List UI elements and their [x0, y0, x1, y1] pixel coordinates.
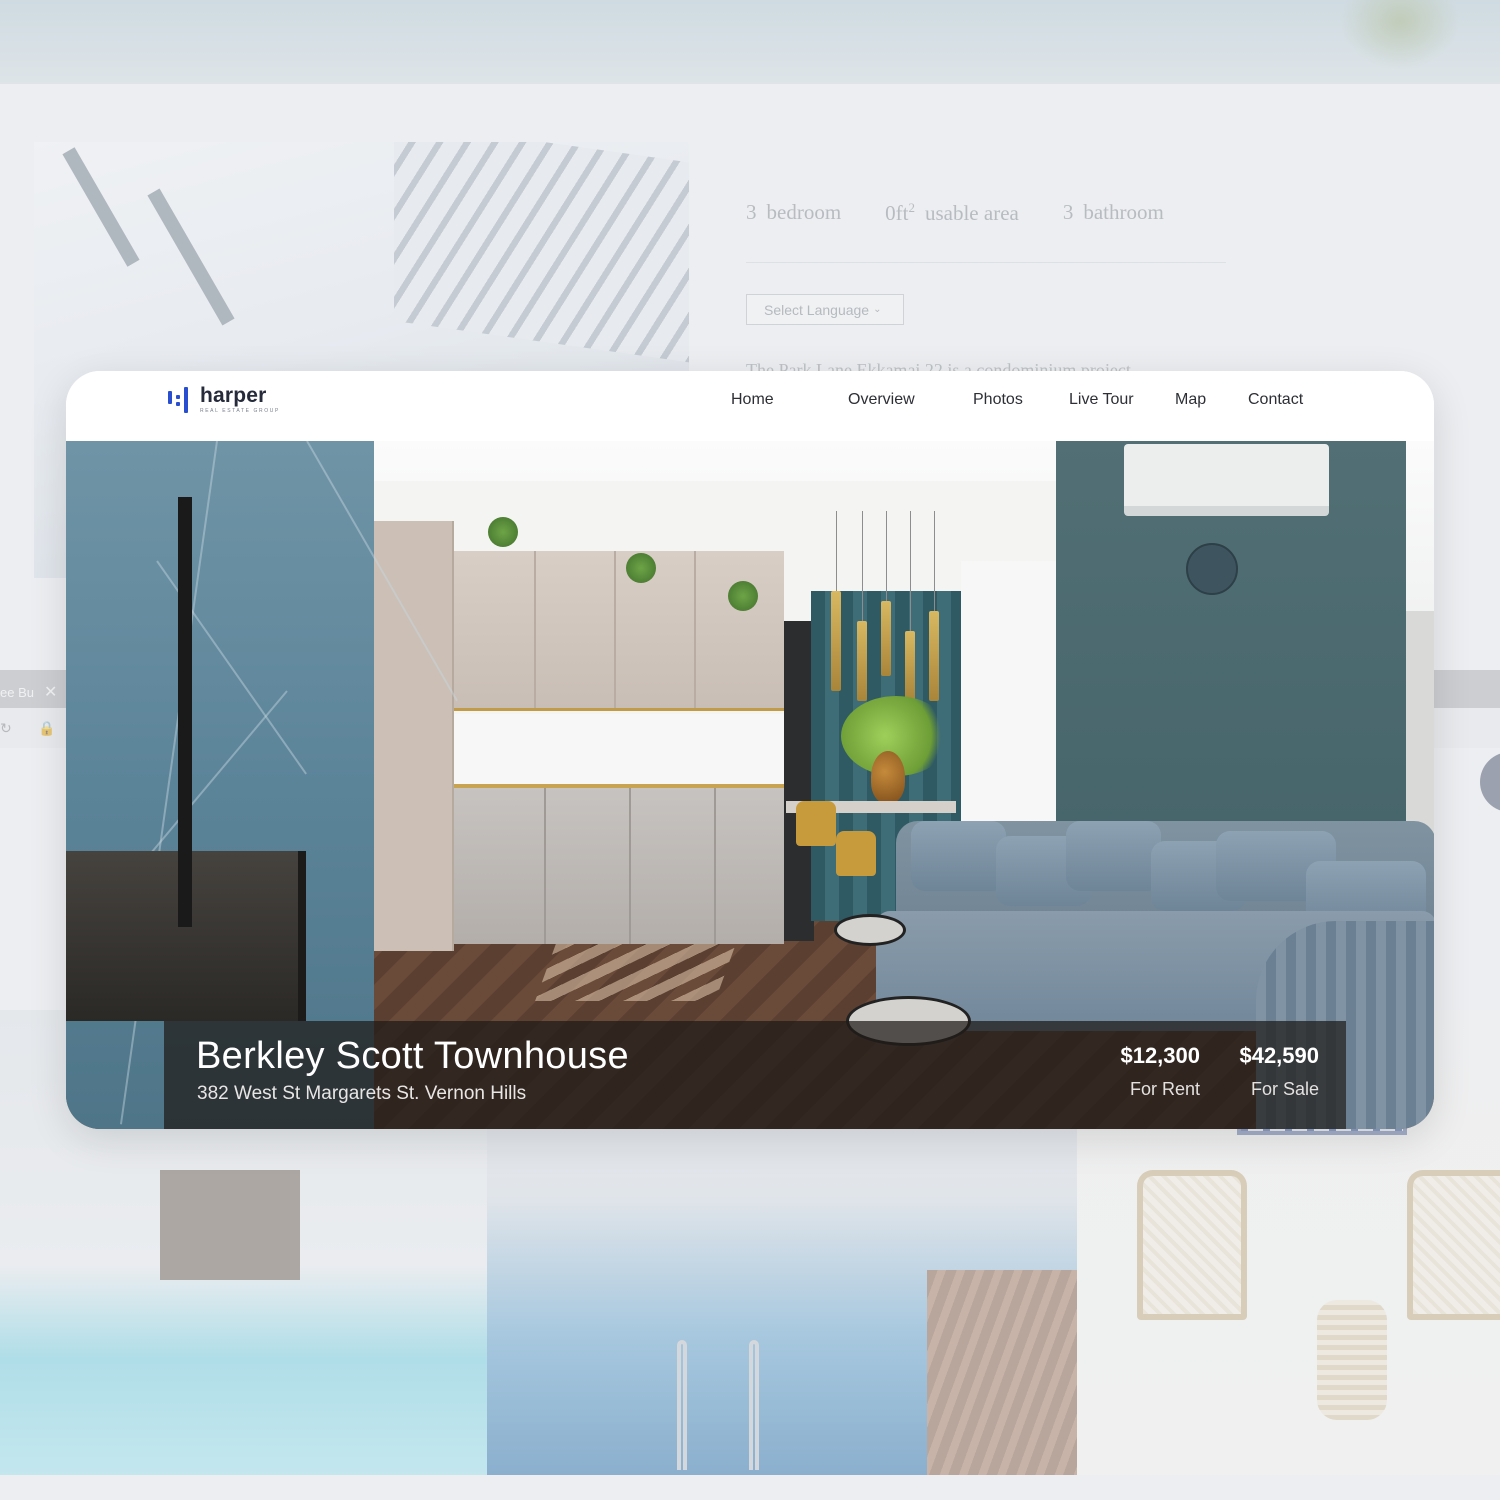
navbar: harper REAL ESTATE GROUP Home Overview P… [66, 371, 1434, 441]
hero-living-room-photo: Berkley Scott Townhouse 382 West St Marg… [66, 441, 1434, 1129]
price-rent: $12,300 For Rent [1120, 1043, 1200, 1099]
nav-photos[interactable]: Photos [973, 391, 1023, 409]
background-pool-photo-strip [0, 0, 1500, 84]
stats-divider [746, 262, 1226, 263]
nav-contact[interactable]: Contact [1248, 391, 1303, 409]
nav-home[interactable]: Home [731, 391, 774, 409]
reload-icon[interactable]: ↻ [0, 720, 12, 737]
stat-bathroom: 3 bathroom [1062, 200, 1164, 224]
language-select[interactable]: Select Language ⌄ [746, 294, 904, 325]
nav-live-tour[interactable]: Live Tour [1069, 391, 1134, 409]
listing-title: Berkley Scott Townhouse [196, 1035, 629, 1077]
background-avatar [1480, 752, 1500, 812]
listing-address: 382 West St Margarets St. Vernon Hills [197, 1083, 527, 1104]
chevron-down-icon: ⌄ [873, 304, 882, 315]
wall-clock [1186, 543, 1238, 595]
kitchen-upper-cabinets [454, 551, 784, 711]
television [178, 497, 192, 927]
stat-bedroom: 3 bedroom [746, 200, 842, 224]
kitchen-lower-cabinets [454, 784, 784, 944]
air-conditioner [1124, 444, 1329, 516]
browser-tab[interactable]: ee Bu ✕ [0, 676, 66, 708]
property-stats: 3 bedroom 0ft2 usable area 3 bathroom [746, 200, 1164, 226]
website-card: harper REAL ESTATE GROUP Home Overview P… [66, 371, 1434, 1129]
price-sale: $42,590 For Sale [1239, 1043, 1319, 1099]
nav-overview[interactable]: Overview [848, 391, 915, 409]
stat-usable-area: 0ft2 usable area [885, 200, 1019, 225]
listing-info-bar: Berkley Scott Townhouse 382 West St Marg… [164, 1021, 1346, 1129]
nav-map[interactable]: Map [1175, 391, 1206, 409]
close-icon[interactable]: ✕ [44, 682, 57, 702]
main-nav: Home Overview Photos Live Tour Map Conta… [66, 371, 1434, 441]
lock-icon: 🔒 [38, 720, 56, 736]
